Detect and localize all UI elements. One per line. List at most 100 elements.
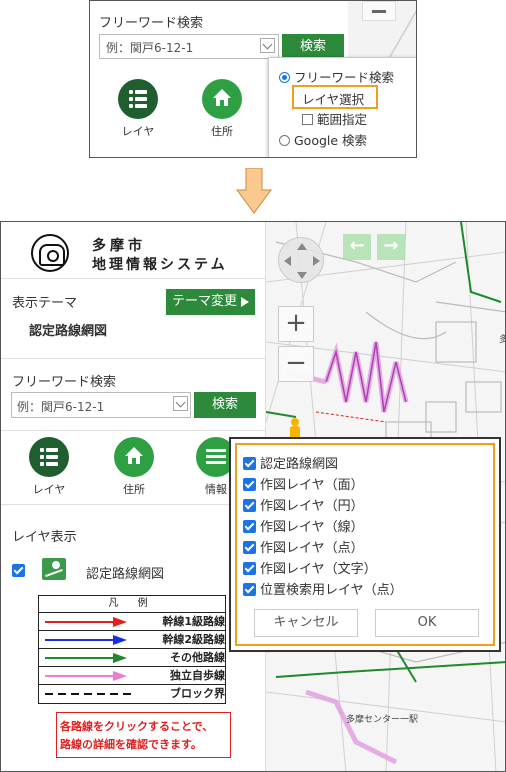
range-checkbox[interactable]: 範囲指定	[302, 109, 367, 128]
checked-checkbox-icon[interactable]	[243, 520, 256, 533]
layer-option-label: 作図レイヤ（点）	[260, 541, 364, 556]
legend-label: 幹線1級路線	[162, 615, 225, 628]
minimize-button[interactable]	[362, 1, 396, 21]
freeword-label: フリーワード検索	[99, 16, 204, 31]
logo-title-line2: 地理情報システム	[92, 257, 228, 273]
theme-change-button[interactable]: テーマ変更	[166, 289, 255, 315]
house-icon	[114, 437, 154, 477]
checkbox-icon	[302, 114, 313, 125]
layer-option[interactable]: 作図レイヤ（面）	[243, 474, 364, 493]
search-button[interactable]: 検索	[194, 392, 256, 418]
list-icon	[29, 437, 69, 477]
zoom-in-button[interactable]: +	[278, 306, 314, 342]
address-tool-label: 住所	[211, 125, 233, 138]
forward-arrow-icon[interactable]: →	[377, 234, 405, 260]
legend-label: ブロック界	[170, 687, 225, 700]
google-radio-label: Google 検索	[294, 133, 368, 148]
legend-line-sample	[45, 653, 127, 663]
legend-label: 独立自歩線	[170, 669, 225, 682]
back-arrow-icon[interactable]: ←	[343, 234, 371, 260]
layer-option-label: 作図レイヤ（円）	[260, 499, 364, 514]
play-icon	[241, 297, 249, 307]
search-input[interactable]: 例：関戸6-12-1	[99, 34, 279, 59]
pan-control[interactable]	[278, 237, 324, 283]
search-options-popup: フリーワード検索 レイヤ選択 範囲指定 Google 検索	[268, 57, 416, 157]
pan-right-icon[interactable]	[313, 256, 320, 266]
dialog-highlight-frame: 認定路線網図作図レイヤ（面） 作図レイヤ（円） 作図レイヤ（線） 作図レイヤ（点） 作図…	[235, 443, 495, 646]
city-logo-icon	[31, 234, 69, 272]
theme-label: 表示テーマ	[12, 296, 78, 311]
divider	[1, 430, 266, 431]
sidebar: 多摩市 地理情報システム 表示テーマ テーマ変更 認定路線網図 フリーワード検索…	[1, 222, 266, 771]
legend-line-sample	[45, 635, 127, 645]
legend-row: ブロック界	[39, 685, 225, 703]
layer-option[interactable]: 作図レイヤ（線）	[243, 516, 364, 535]
legend-row: 独立自歩線	[39, 667, 225, 685]
search-button[interactable]: 検索	[282, 34, 344, 59]
search-input[interactable]: 例：関戸6-12-1	[11, 392, 191, 418]
legend-table: 凡 例 幹線1級路線 幹線2級路線その他路線独立自歩線ブロック界	[38, 595, 226, 704]
checked-checkbox-icon[interactable]	[243, 478, 256, 491]
layer-display-label: レイヤ表示	[12, 530, 77, 545]
range-check-label: 範囲指定	[317, 112, 368, 127]
layer-tool-button[interactable]: レイヤ	[19, 437, 79, 497]
map-place-label: 多	[499, 332, 505, 345]
layer-name: 認定路線網図	[86, 567, 165, 582]
layer-option[interactable]: 位置検索用レイヤ（点）	[243, 579, 403, 598]
current-theme: 認定路線網図	[29, 324, 108, 339]
cancel-button[interactable]: キャンセル	[254, 609, 358, 637]
address-tool-label: 住所	[123, 483, 145, 496]
address-tool-button[interactable]: 住所	[192, 79, 252, 139]
layer-checkbox[interactable]	[12, 564, 25, 577]
legend-line-sample	[45, 693, 131, 695]
divider	[1, 278, 266, 279]
checked-checkbox-icon[interactable]	[243, 541, 256, 554]
checked-checkbox-icon[interactable]	[243, 562, 256, 575]
pan-up-icon[interactable]	[297, 243, 307, 250]
pan-down-icon[interactable]	[297, 272, 307, 279]
legend-header: 凡 例	[39, 596, 225, 613]
list-icon	[118, 79, 158, 119]
layer-option[interactable]: 認定路線網図	[243, 453, 338, 472]
map-layer-icon	[42, 558, 66, 580]
layer-option[interactable]: 作図レイヤ（点）	[243, 537, 364, 556]
layer-option[interactable]: 作図レイヤ（円）	[243, 495, 364, 514]
gis-screen: 多 多摩センター一駅 ← → + − 多摩市 地理情報システム 表示テーマ テー…	[0, 221, 506, 772]
theme-change-label: テーマ変更	[172, 294, 238, 309]
instruction-note: 各路線をクリックすることで、 路線の詳細を確認できます。	[56, 712, 231, 758]
top-search-panel: フリーワード検索 例：関戸6-12-1 検索 レイヤ 住所 フリーワード検索 レ…	[89, 0, 417, 158]
logo-title-line1: 多摩市	[92, 238, 146, 254]
note-line2: 路線の詳細を確認できます。	[60, 738, 202, 751]
dropdown-icon[interactable]	[173, 396, 188, 411]
legend-label: 幹線2級路線	[162, 633, 225, 646]
map-station-label: 多摩センター一駅	[346, 715, 419, 725]
layer-option-label: 作図レイヤ（文字）	[260, 562, 377, 577]
divider	[1, 358, 266, 359]
dropdown-icon[interactable]	[260, 38, 275, 53]
note-line1: 各路線をクリックすることで、	[60, 720, 214, 733]
layer-option-label: 作図レイヤ（線）	[260, 520, 364, 535]
zoom-out-button[interactable]: −	[278, 346, 314, 382]
freeword-radio-label: フリーワード検索	[294, 70, 395, 85]
legend-row: 幹線1級路線	[39, 613, 225, 631]
checked-checkbox-icon[interactable]	[243, 583, 256, 596]
ok-button[interactable]: OK	[375, 609, 479, 637]
checked-checkbox-icon[interactable]	[243, 457, 256, 470]
house-icon	[202, 79, 242, 119]
freeword-radio[interactable]: フリーワード検索	[279, 67, 394, 86]
google-radio[interactable]: Google 検索	[279, 130, 367, 149]
legend-line-sample	[45, 617, 127, 627]
legend-row: その他路線	[39, 649, 225, 667]
layer-option-label: 作図レイヤ（面）	[260, 478, 364, 493]
legend-label: その他路線	[170, 651, 225, 664]
radio-icon	[279, 135, 290, 146]
address-tool-button[interactable]: 住所	[104, 437, 164, 497]
layer-tool-label: レイヤ	[32, 483, 66, 496]
layer-tool-label: レイヤ	[121, 125, 155, 138]
layer-select-option[interactable]: レイヤ選択	[302, 89, 364, 108]
layer-select-dialog: 認定路線網図作図レイヤ（面） 作図レイヤ（円） 作図レイヤ（線） 作図レイヤ（点） 作図…	[229, 437, 501, 652]
layer-option[interactable]: 作図レイヤ（文字）	[243, 558, 377, 577]
checked-checkbox-icon[interactable]	[243, 499, 256, 512]
layer-tool-button[interactable]: レイヤ	[108, 79, 168, 139]
pan-left-icon[interactable]	[284, 256, 291, 266]
